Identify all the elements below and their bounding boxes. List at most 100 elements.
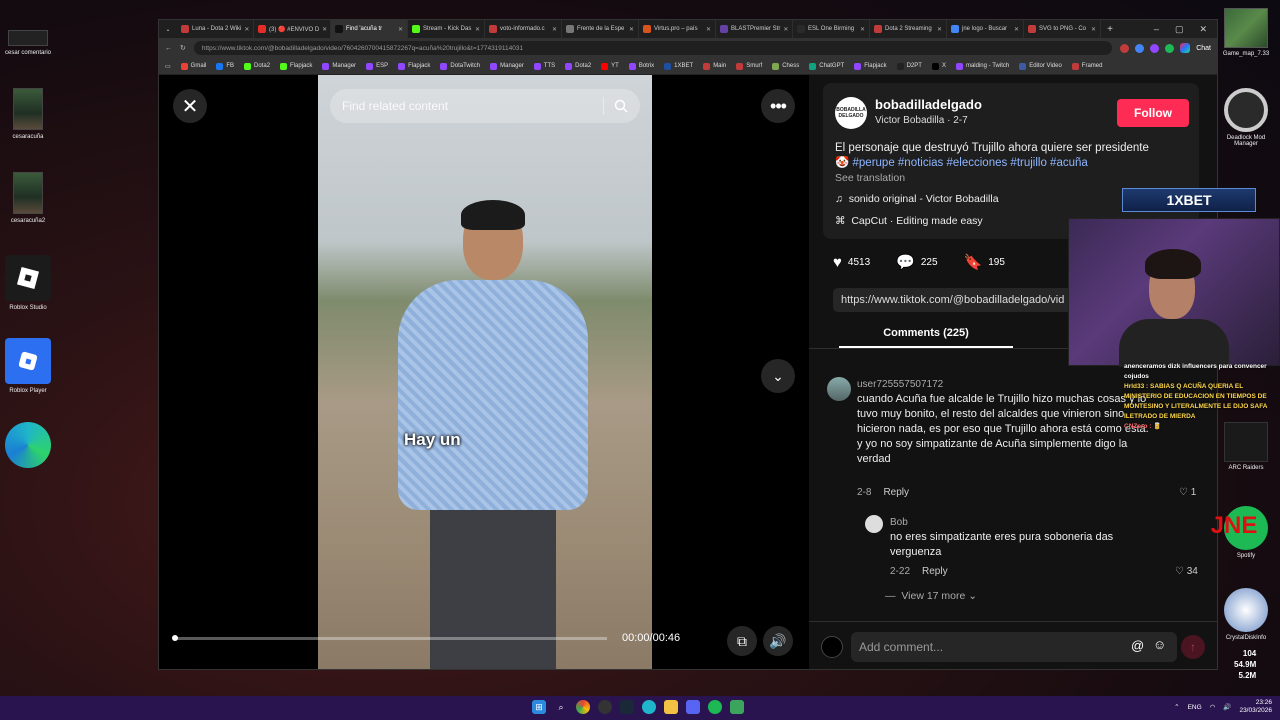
pip-button[interactable]: ⧉: [727, 626, 757, 656]
extension-icon[interactable]: [1135, 43, 1145, 53]
desktop-icon-cesaracuna2[interactable]: cesaracuña2: [0, 172, 56, 224]
tab-close-icon[interactable]: ✕: [552, 26, 557, 33]
window-close-button[interactable]: ✕: [1199, 24, 1207, 35]
tab-close-icon[interactable]: ✕: [1014, 26, 1019, 33]
like-button[interactable]: ♥ 4513: [833, 254, 870, 271]
mention-icon[interactable]: @: [1131, 638, 1144, 653]
discord-icon[interactable]: [686, 700, 700, 714]
desktop-icon-game-map[interactable]: Game_map_7.33: [1218, 8, 1274, 57]
bookmark-item[interactable]: Manager: [322, 62, 356, 70]
bookmark-item[interactable]: Dota2: [244, 62, 270, 70]
reply-button[interactable]: Reply: [883, 487, 909, 498]
tab-comments[interactable]: Comments (225): [839, 327, 1013, 339]
steam-icon[interactable]: [620, 700, 634, 714]
bookmark-item[interactable]: 1XBET: [664, 62, 693, 70]
comment-username[interactable]: user725557507172: [857, 377, 943, 392]
search-icon[interactable]: ⌕: [554, 700, 568, 714]
browser-tab[interactable]: SVG to PNG - Co ✕: [1024, 20, 1101, 38]
desktop-icon-roblox-studio[interactable]: Roblox Studio: [0, 255, 56, 311]
bookmark-item[interactable]: TTS: [533, 62, 555, 70]
folder-icon[interactable]: [664, 700, 678, 714]
author-username[interactable]: bobadilladelgado: [875, 97, 982, 112]
view-more-replies[interactable]: — View 17 more ⌄: [885, 590, 977, 602]
desktop-icon-cesaracuna[interactable]: cesaracuña: [0, 88, 56, 140]
browser-tab[interactable]: ESL One Birming ✕: [793, 20, 870, 38]
close-video-button[interactable]: ✕: [173, 89, 207, 123]
tab-close-icon[interactable]: ✕: [322, 26, 327, 33]
extension-icon[interactable]: [1150, 43, 1160, 53]
address-bar[interactable]: https://www.tiktok.com/@bobadilladelgado…: [193, 41, 1113, 55]
follow-button[interactable]: Follow: [1117, 99, 1189, 127]
tab-close-icon[interactable]: ✕: [629, 26, 634, 33]
bookmark-item[interactable]: Framed: [1071, 62, 1102, 70]
browser-tab[interactable]: jne logo - Buscar ✕: [947, 20, 1024, 38]
desktop-icon-crystaldisk[interactable]: CrystalDiskInfo: [1218, 588, 1274, 641]
browser-tab[interactable]: Luna - Dota 2 Wiki ✕: [177, 20, 254, 38]
clock[interactable]: 23:26 23/03/2026: [1239, 699, 1272, 715]
chrome-icon[interactable]: [576, 700, 590, 714]
reload-icon[interactable]: ↻: [180, 44, 186, 52]
browser-tab[interactable]: Find 'acuña tr ✕: [331, 20, 408, 38]
tab-close-icon[interactable]: ✕: [244, 26, 249, 33]
bookmark-item[interactable]: ChatGPT: [809, 62, 844, 70]
bookmark-item[interactable]: Flapjack: [398, 62, 430, 70]
desktop-icon-roblox-player[interactable]: Roblox Player: [0, 338, 56, 394]
send-comment-button[interactable]: ↑: [1181, 635, 1205, 659]
volume-button[interactable]: 🔊: [763, 626, 793, 656]
obs-icon[interactable]: [598, 700, 612, 714]
notepad-icon[interactable]: [730, 700, 744, 714]
browser-tab[interactable]: Frente de la Espe ✕: [562, 20, 639, 38]
bookmark-item[interactable]: ESP: [366, 62, 388, 70]
comment-avatar[interactable]: [827, 377, 851, 401]
music-link[interactable]: ♫ sonido original - Victor Bobadilla: [835, 193, 999, 205]
tab-close-icon[interactable]: ✕: [860, 26, 865, 33]
desktop-icon-edge[interactable]: [0, 422, 56, 468]
bookmark-item[interactable]: Gmail: [180, 62, 206, 70]
browser-tab[interactable]: (3) 🔴 #ENVIVO D ✕: [254, 20, 331, 38]
bookmark-item[interactable]: DotaTwitch: [440, 62, 480, 70]
tab-close-icon[interactable]: ✕: [398, 26, 403, 33]
volume-icon[interactable]: 🔊: [1223, 703, 1231, 711]
bookmark-item[interactable]: Chess: [772, 62, 799, 70]
search-icon[interactable]: [614, 99, 628, 113]
bookmark-item[interactable]: Dota2: [565, 62, 591, 70]
save-button[interactable]: 🔖 195: [964, 253, 1005, 271]
back-icon[interactable]: ←: [165, 45, 172, 52]
start-icon[interactable]: ⊞: [532, 700, 546, 714]
desktop-icon-deadlock[interactable]: Deadlock Mod Manager: [1218, 88, 1274, 147]
desktop-icon-cesar-comentario[interactable]: cesar comentario: [0, 30, 56, 56]
video-player[interactable]: Find related content Hay un: [318, 75, 652, 669]
edge-icon[interactable]: [642, 700, 656, 714]
capcut-link[interactable]: ⌘ CapCut · Editing made easy: [835, 215, 983, 227]
language-indicator[interactable]: ENG: [1188, 704, 1202, 711]
comment-like-button[interactable]: ♡ 34: [1175, 566, 1198, 577]
tab-close-icon[interactable]: ✕: [706, 26, 711, 33]
browser-tab[interactable]: Virtus.pro – país ✕: [639, 20, 716, 38]
bookmark-item[interactable]: malding - Twitch: [955, 62, 1009, 70]
browser-tab[interactable]: Dota 2 Streaming ✕: [870, 20, 947, 38]
bookmark-item[interactable]: Flapjack: [280, 62, 312, 70]
browser-tab[interactable]: Stream - Kick Das ✕: [408, 20, 485, 38]
next-video-button[interactable]: ⌄: [761, 359, 795, 393]
add-comment-input[interactable]: [851, 632, 1177, 662]
progress-knob[interactable]: [172, 635, 178, 641]
bookmark-item[interactable]: YT: [601, 62, 619, 70]
bookmark-item[interactable]: D2PT: [896, 62, 922, 70]
comment-avatar[interactable]: [865, 515, 883, 533]
chat-button[interactable]: Chat: [1196, 45, 1211, 52]
extension-icon[interactable]: [1165, 43, 1175, 53]
copilot-icon[interactable]: [1180, 43, 1191, 53]
extension-icon[interactable]: [1120, 43, 1130, 53]
more-options-button[interactable]: •••: [761, 89, 795, 123]
spotify-icon[interactable]: [708, 700, 722, 714]
author-avatar[interactable]: BOBADILLA DELGADO: [835, 97, 867, 129]
related-search-input[interactable]: Find related content: [330, 89, 640, 123]
bookmark-item[interactable]: Main: [703, 62, 726, 70]
comment-username[interactable]: Bob: [890, 515, 908, 530]
reply-button[interactable]: Reply: [922, 566, 948, 577]
bookmark-item[interactable]: Manager: [490, 62, 524, 70]
maximize-button[interactable]: ▢: [1175, 24, 1184, 35]
comment-button[interactable]: 💬 225: [896, 253, 937, 271]
new-tab-button[interactable]: +: [1101, 24, 1119, 35]
tray-chevron-icon[interactable]: ⌃: [1174, 703, 1179, 711]
